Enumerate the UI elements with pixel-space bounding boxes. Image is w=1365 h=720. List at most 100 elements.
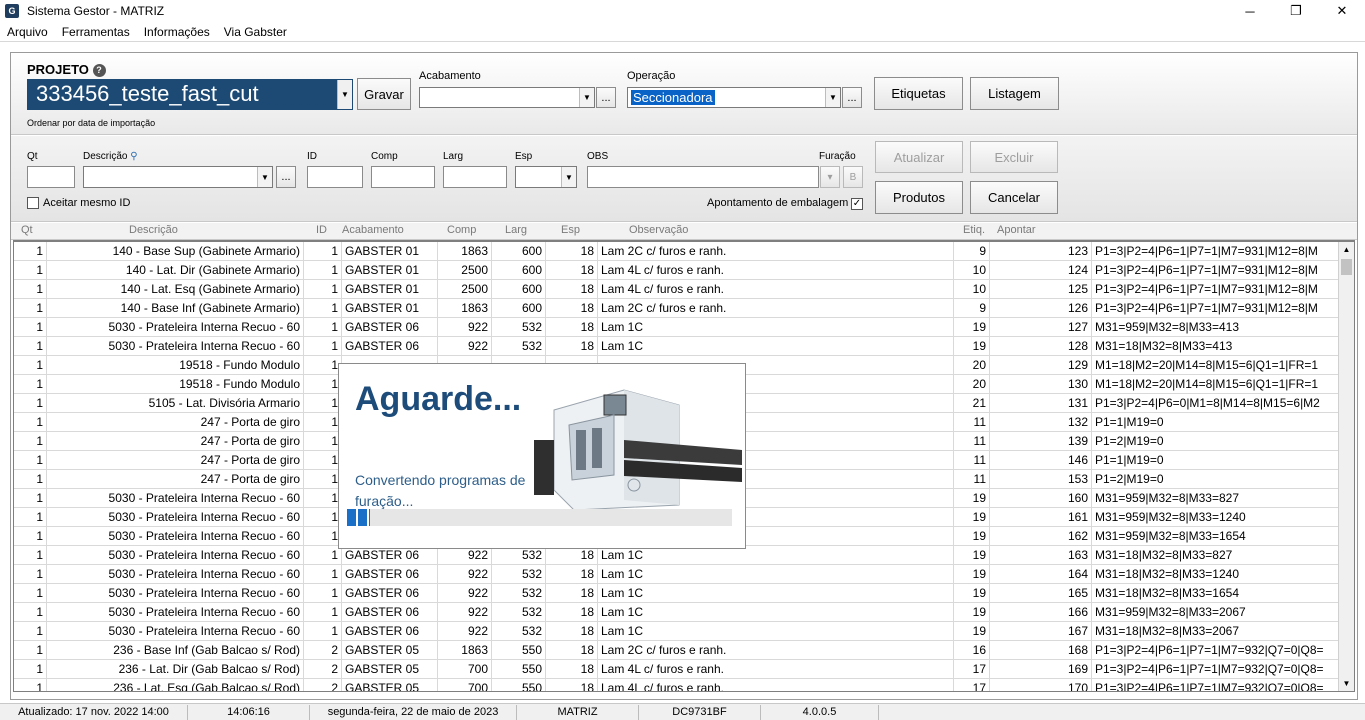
cell-etiq: 17: [954, 660, 990, 679]
help-icon[interactable]: ?: [92, 64, 106, 78]
minimize-button[interactable]: ─: [1227, 0, 1273, 22]
cell-prog: P1=3|P2=4|P6=1|P7=1|M7=931|M12=8|M: [1092, 242, 1339, 261]
chevron-down-icon[interactable]: ▼: [825, 88, 840, 107]
chevron-down-icon[interactable]: ▼: [561, 167, 576, 187]
table-row[interactable]: 1 140 - Lat. Dir (Gabinete Armario) 1 GABST…: [14, 261, 1339, 280]
cell-acab: GABSTER 06: [342, 318, 438, 337]
comp-input[interactable]: [371, 166, 435, 188]
menu-via-gabster[interactable]: Via Gabster: [217, 25, 294, 39]
table-row[interactable]: 1 140 - Base Inf (Gabinete Armario) 1 GABST…: [14, 299, 1339, 318]
col-comp[interactable]: Comp: [447, 224, 476, 236]
cell-prog: M31=18|M32=8|M33=413: [1092, 337, 1339, 356]
cell-prog: M31=959|M32=8|M33=1240: [1092, 508, 1339, 527]
cell-prog: M1=18|M2=20|M14=8|M15=6|Q1=1|FR=1: [1092, 356, 1339, 375]
table-row[interactable]: 1 236 - Base Inf (Gab Balcao s/ Rod) 2 GABS…: [14, 641, 1339, 660]
table-row[interactable]: 1 140 - Base Sup (Gabinete Armario) 1 GABST…: [14, 242, 1339, 261]
col-etiq[interactable]: Etiq.: [963, 224, 985, 236]
obs-label: OBS: [587, 151, 609, 162]
cell-etiq: 11: [954, 432, 990, 451]
operacao-select[interactable]: Seccionadora ▼: [627, 87, 841, 108]
table-row[interactable]: 1 5030 - Prateleira Interna Recuo - 60 1 GA…: [14, 584, 1339, 603]
cell-n: 168: [990, 641, 1092, 660]
listagem-button[interactable]: Listagem: [970, 77, 1059, 110]
cell-n: 146: [990, 451, 1092, 470]
cell-larg: 532: [492, 603, 546, 622]
operacao-more-button[interactable]: ...: [842, 87, 862, 108]
apontamento-checkbox[interactable]: ✓: [851, 198, 863, 210]
item-form-panel: Qt Descrição ⚲ ▼ ... ID Comp Larg Esp ▼ …: [11, 136, 1357, 222]
cell-n: 170: [990, 679, 1092, 691]
table-row[interactable]: 1 236 - Lat. Esq (Gab Balcao s/ Rod) 2 GABS…: [14, 679, 1339, 691]
drill-b-icon[interactable]: B: [843, 166, 863, 188]
cell-comp: 922: [438, 603, 492, 622]
col-apontar[interactable]: Apontar: [997, 224, 1036, 236]
save-button[interactable]: Gravar: [357, 78, 411, 110]
maximize-button[interactable]: ❐: [1273, 0, 1319, 22]
larg-input[interactable]: [443, 166, 507, 188]
scroll-thumb[interactable]: [1341, 259, 1352, 275]
cell-etiq: 11: [954, 413, 990, 432]
vertical-scrollbar[interactable]: ▲ ▼: [1338, 242, 1354, 691]
cell-larg: 600: [492, 280, 546, 299]
scroll-up-icon[interactable]: ▲: [1339, 242, 1354, 257]
qt-input[interactable]: [27, 166, 75, 188]
aceitar-mesmo-id-checkbox[interactable]: [27, 197, 39, 209]
app-icon: G: [5, 4, 19, 18]
col-qt[interactable]: Qt: [21, 224, 33, 236]
cell-n: 165: [990, 584, 1092, 603]
cell-acab: GABSTER 05: [342, 641, 438, 660]
search-icon[interactable]: ⚲: [130, 151, 137, 162]
chevron-down-icon[interactable]: ▼: [337, 80, 352, 109]
scroll-down-icon[interactable]: ▼: [1339, 676, 1354, 691]
col-esp[interactable]: Esp: [561, 224, 580, 236]
table-row[interactable]: 1 5030 - Prateleira Interna Recuo - 60 1 GA…: [14, 603, 1339, 622]
table-row[interactable]: 1 5030 - Prateleira Interna Recuo - 60 1 GA…: [14, 318, 1339, 337]
cell-desc: 5030 - Prateleira Interna Recuo - 60: [47, 622, 304, 641]
descricao-more-button[interactable]: ...: [276, 166, 296, 188]
obs-input[interactable]: [587, 166, 819, 188]
cell-desc: 236 - Lat. Esq (Gab Balcao s/ Rod): [47, 679, 304, 691]
cell-etiq: 19: [954, 603, 990, 622]
cell-etiq: 17: [954, 679, 990, 691]
col-observacao[interactable]: Observação: [629, 224, 688, 236]
id-input[interactable]: [307, 166, 363, 188]
cell-n: 166: [990, 603, 1092, 622]
close-button[interactable]: ✕: [1319, 0, 1365, 22]
descricao-label-text: Descrição: [83, 151, 128, 162]
cell-id: 2: [304, 641, 342, 660]
project-select[interactable]: 333456_teste_fast_cut ▼: [27, 79, 353, 110]
atualizar-button[interactable]: Atualizar: [875, 141, 963, 173]
acabamento-more-button[interactable]: ...: [596, 87, 616, 108]
chevron-down-icon[interactable]: ▼: [579, 88, 594, 107]
cancelar-button[interactable]: Cancelar: [970, 181, 1058, 214]
cell-larg: 600: [492, 242, 546, 261]
acabamento-select[interactable]: ▼: [419, 87, 595, 108]
chevron-down-icon[interactable]: ▼: [257, 167, 272, 187]
col-larg[interactable]: Larg: [505, 224, 527, 236]
produtos-button[interactable]: Produtos: [875, 181, 963, 214]
col-id[interactable]: ID: [316, 224, 327, 236]
table-row[interactable]: 1 236 - Lat. Dir (Gab Balcao s/ Rod) 2 GABS…: [14, 660, 1339, 679]
menu-ferramentas[interactable]: Ferramentas: [55, 25, 137, 39]
etiquetas-button[interactable]: Etiquetas: [874, 77, 963, 110]
drill-icon[interactable]: ▾: [820, 166, 840, 188]
cell-desc: 5105 - Lat. Divisória Armario: [47, 394, 304, 413]
wait-title: Aguarde...: [355, 380, 522, 418]
menu-informacoes[interactable]: Informações: [137, 25, 217, 39]
menu-arquivo[interactable]: Arquivo: [0, 25, 55, 39]
cell-id: 1: [304, 622, 342, 641]
cell-etiq: 10: [954, 280, 990, 299]
col-acabamento[interactable]: Acabamento: [342, 224, 404, 236]
table-row[interactable]: 1 5030 - Prateleira Interna Recuo - 60 1 GA…: [14, 622, 1339, 641]
col-descricao[interactable]: Descrição: [129, 224, 178, 236]
cell-comp: 922: [438, 622, 492, 641]
cell-prog: P1=2|M19=0: [1092, 470, 1339, 489]
descricao-select[interactable]: ▼: [83, 166, 273, 188]
table-row[interactable]: 1 140 - Lat. Esq (Gabinete Armario) 1 GABST…: [14, 280, 1339, 299]
cell-n: 164: [990, 565, 1092, 584]
id-label: ID: [307, 151, 317, 162]
table-row[interactable]: 1 5030 - Prateleira Interna Recuo - 60 1 GA…: [14, 565, 1339, 584]
excluir-button[interactable]: Excluir: [970, 141, 1058, 173]
esp-select[interactable]: ▼: [515, 166, 577, 188]
table-row[interactable]: 1 5030 - Prateleira Interna Recuo - 60 1 GA…: [14, 337, 1339, 356]
